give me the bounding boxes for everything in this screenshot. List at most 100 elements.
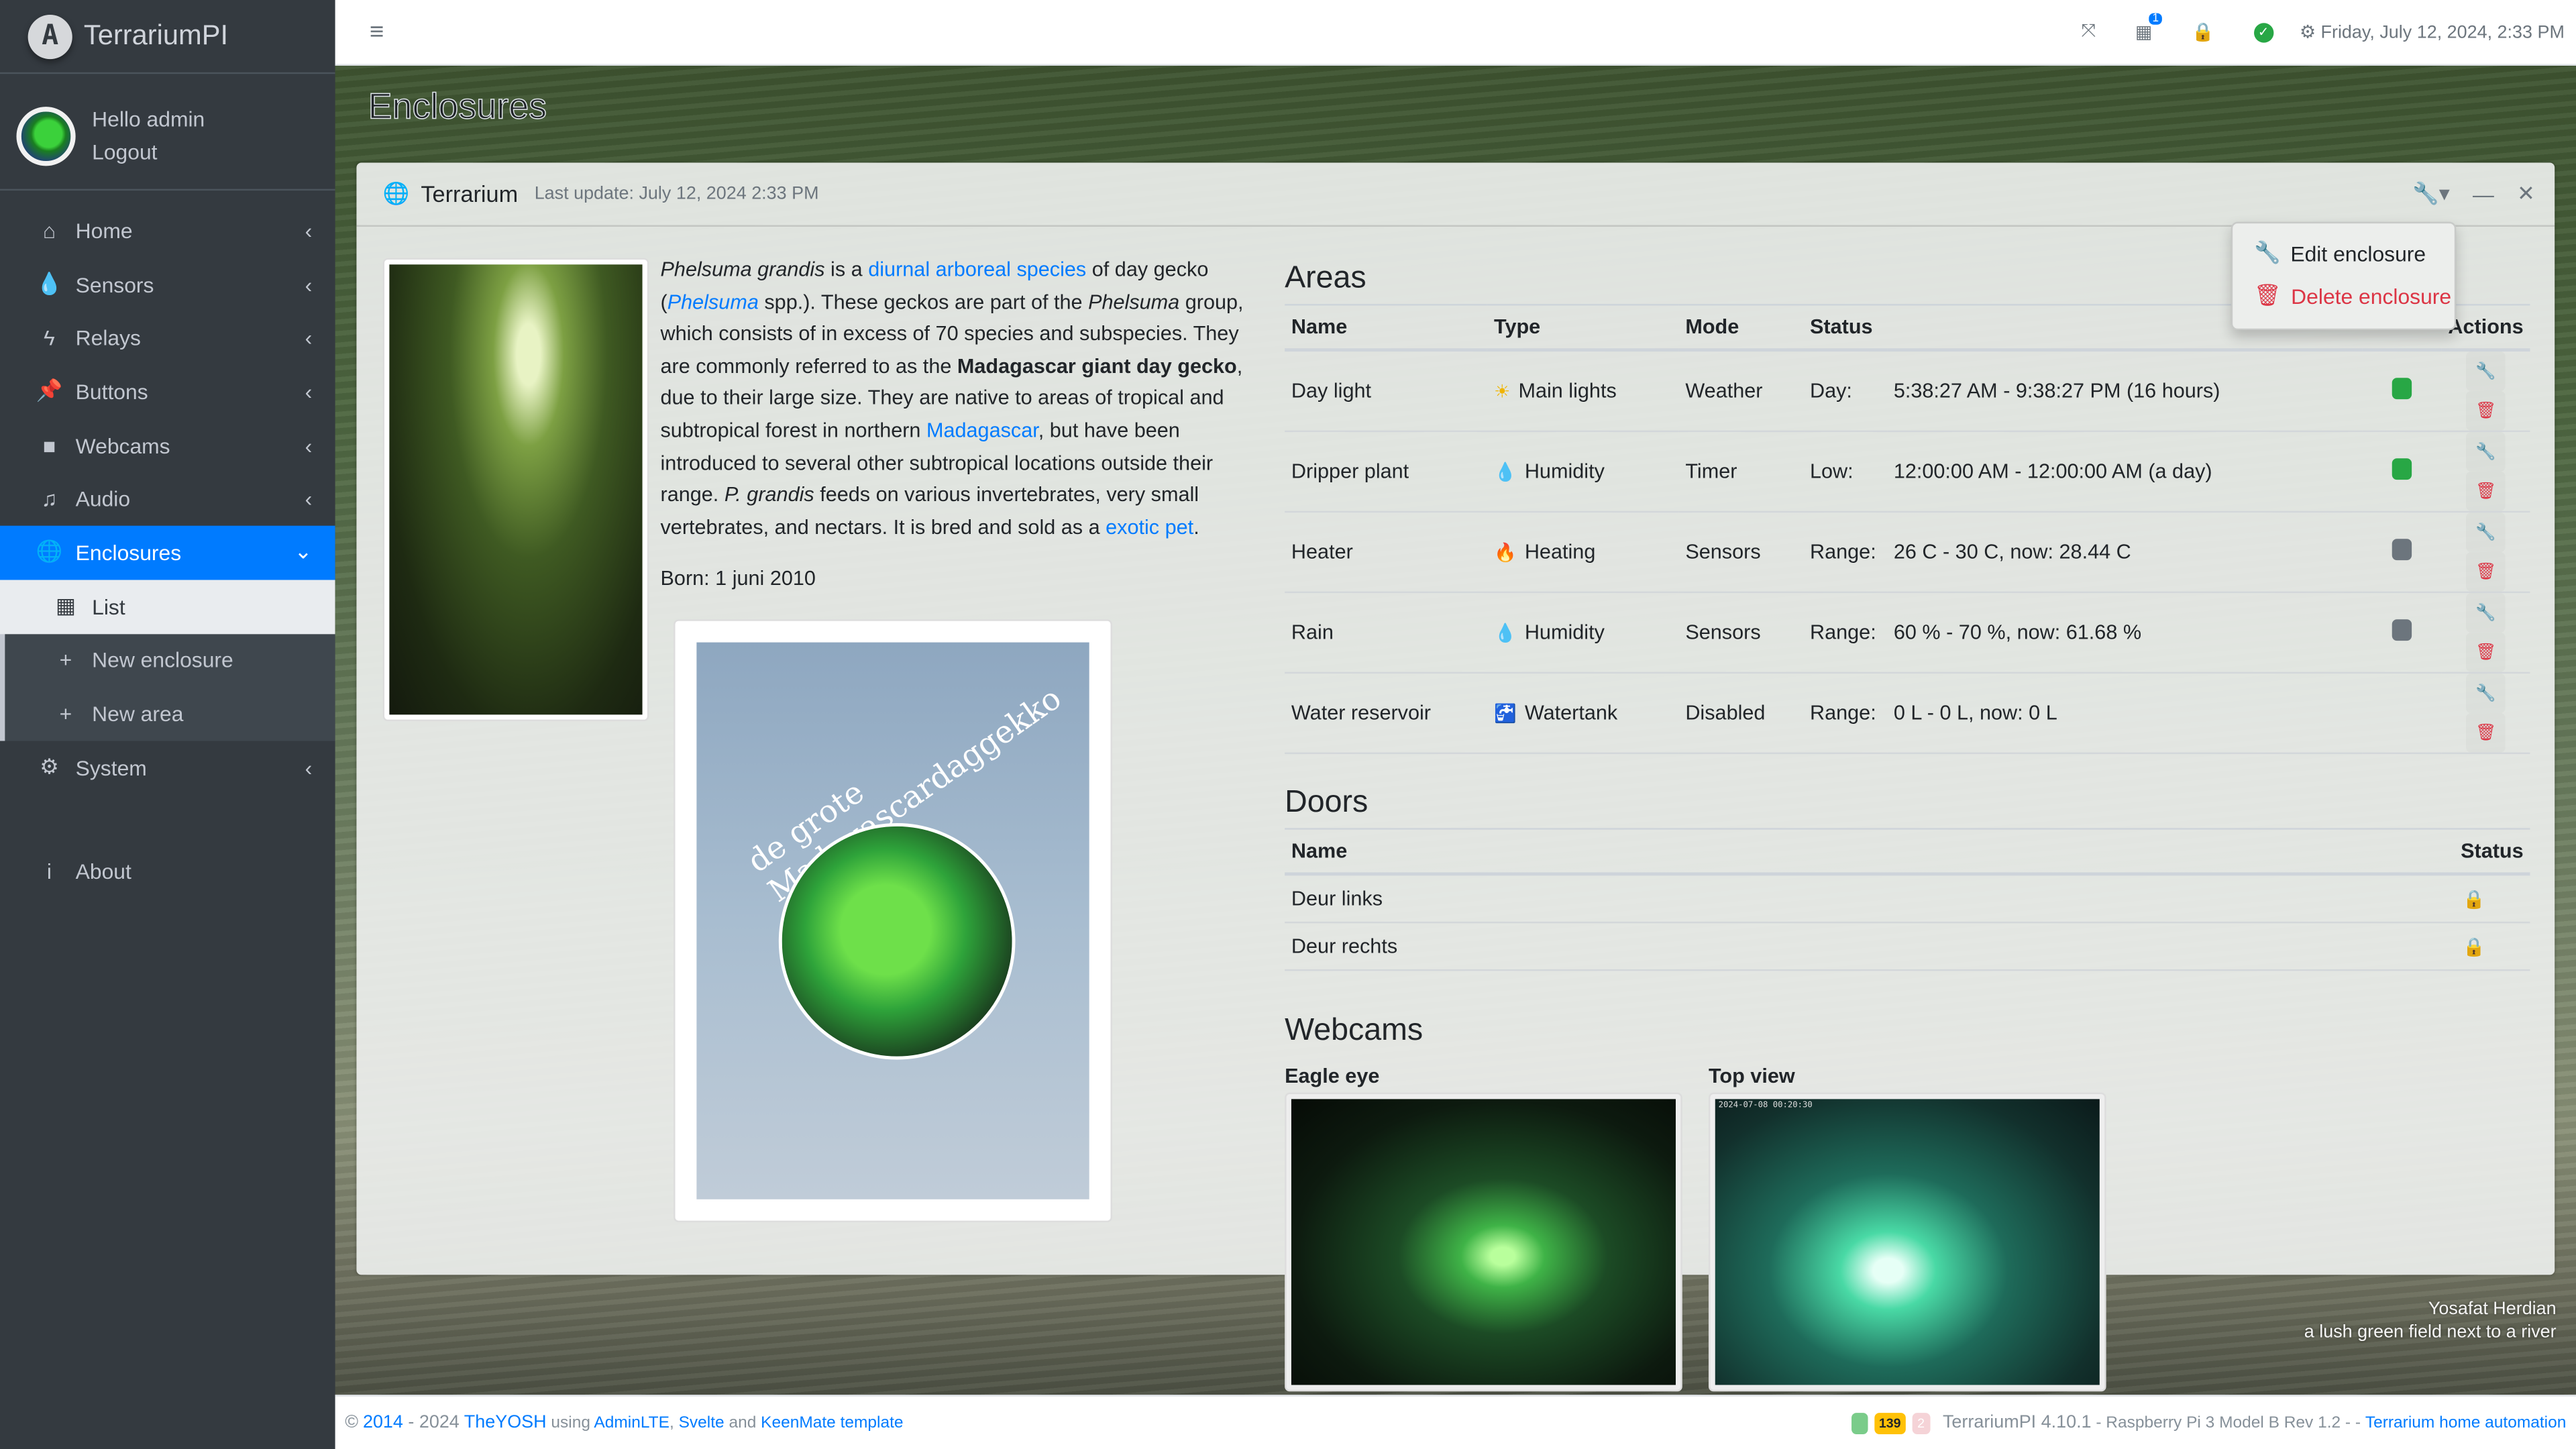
edit-area-button[interactable]: 🔧 xyxy=(2466,593,2506,633)
area-state-indicator xyxy=(2392,619,2412,641)
edit-area-button[interactable]: 🔧 xyxy=(2466,432,2506,472)
edit-area-button[interactable]: 🔧 xyxy=(2466,674,2506,713)
lock-icon[interactable]: 🔒 xyxy=(2192,21,2214,42)
delete-area-button[interactable]: 🗑 xyxy=(2466,713,2506,753)
area-state-indicator xyxy=(2392,458,2412,480)
area-name: Water reservoir xyxy=(1285,672,1488,755)
webcam-image[interactable]: 2024-07-08 00:20:30 xyxy=(1715,1099,2100,1385)
link-phelsuma[interactable]: Phelsuma xyxy=(667,290,759,313)
menu-toggle-icon[interactable]: ≡ xyxy=(370,18,384,46)
area-name: Day light xyxy=(1285,350,1488,433)
webcam-eagle-eye[interactable]: Eagle eye xyxy=(1285,1060,1682,1392)
doors-table: Name Status Deur links 🔒 Deur rechts 🔒 xyxy=(1285,828,2530,971)
area-mode: Disabled xyxy=(1678,672,1804,755)
edit-enclosure-menu-item[interactable]: 🔧 Edit enclosure xyxy=(2233,231,2455,274)
info-icon: i xyxy=(46,859,52,885)
wrench-icon: 🔧 xyxy=(2254,239,2281,265)
wrench-dropdown-icon[interactable]: 🔧▾ xyxy=(2412,180,2450,207)
area-mode: Timer xyxy=(1678,431,1804,513)
sidebar-item-home[interactable]: ⌂ Home ‹ xyxy=(0,204,335,258)
delete-area-button[interactable]: 🗑 xyxy=(2466,391,2506,431)
footer-year-link[interactable]: 2014 xyxy=(363,1413,403,1432)
chevron-left-icon: ‹ xyxy=(305,272,313,297)
datetime: Friday, July 12, 2024, 2:33 PM xyxy=(2320,22,2565,42)
link-diurnal-arboreal-species[interactable]: diurnal arboreal species xyxy=(868,258,1086,280)
webcam-image[interactable] xyxy=(1291,1099,1676,1385)
avatar xyxy=(16,107,76,166)
minimize-icon[interactable]: — xyxy=(2473,182,2494,207)
error-count-badge[interactable]: 2 xyxy=(1912,1411,1930,1434)
sidebar-item-new-enclosure[interactable]: + New enclosure xyxy=(5,633,335,687)
enclosure-actions-dropdown: 🔧 Edit enclosure 🗑 Delete enclosure xyxy=(2231,221,2457,331)
enclosure-card: 🌐 Terrarium Last update: July 12, 2024 2… xyxy=(356,162,2555,1392)
table-row: Day light ☀ Main lights Weather Day: 5:38:27 … xyxy=(1285,350,2530,433)
area-type-icon: ☀ xyxy=(1494,382,1511,403)
door-name: Deur links xyxy=(1285,873,2418,924)
area-type-icon: 🔥 xyxy=(1494,543,1517,564)
table-row: Heater 🔥 Heating Sensors Range: 26 C - 30 C, … xyxy=(1285,511,2530,594)
edit-area-button[interactable]: 🔧 xyxy=(2466,352,2506,391)
keenmate-link[interactable]: KeenMate template xyxy=(761,1415,903,1433)
video-camera-icon: ■ xyxy=(42,433,56,458)
area-name: Dripper plant xyxy=(1285,431,1488,513)
logout-link[interactable]: Logout xyxy=(92,136,205,169)
tagline-link[interactable]: Terrarium home automation xyxy=(2365,1413,2566,1432)
sidebar-item-new-area[interactable]: + New area xyxy=(5,687,335,741)
warning-count-badge[interactable]: 139 xyxy=(1874,1411,1906,1434)
adminlte-link[interactable]: AdminLTE xyxy=(594,1415,669,1433)
footer-author-link[interactable]: TheYOSH xyxy=(464,1413,547,1432)
sidebar-item-enclosures[interactable]: 🌐 Enclosures ⌄ xyxy=(0,525,335,580)
content-area: Enclosures 🌐 Terrarium Last update: July… xyxy=(335,65,2576,1397)
gecko-photo xyxy=(778,822,1016,1060)
area-status-label: Range: xyxy=(1803,592,1888,674)
brand-link[interactable]: A TerrariumPI xyxy=(0,0,335,74)
chevron-left-icon: ‹ xyxy=(305,433,313,458)
area-mode: Sensors xyxy=(1678,592,1804,674)
brand-name: TerrariumPI xyxy=(83,19,229,51)
area-state-indicator xyxy=(2392,378,2412,400)
sidebar-item-list[interactable]: ▦ List xyxy=(0,580,335,634)
delete-area-button[interactable]: 🗑 xyxy=(2466,552,2506,592)
sidebar-item-about[interactable]: i About xyxy=(0,845,335,899)
webcam-top-view[interactable]: Top view 2024-07-08 00:20:30 xyxy=(1708,1060,2106,1392)
area-type: 💧 Humidity xyxy=(1487,592,1679,674)
enclosure-photo[interactable] xyxy=(382,258,649,722)
globe-icon: 🌐 xyxy=(36,539,63,565)
area-type: 💧 Humidity xyxy=(1487,431,1679,513)
delete-enclosure-menu-item[interactable]: 🗑 Delete enclosure xyxy=(2233,274,2455,317)
chevron-down-icon: ⌄ xyxy=(294,539,313,565)
area-type-icon: 💧 xyxy=(1494,463,1517,484)
plus-icon: + xyxy=(59,701,72,727)
sidebar-item-system[interactable]: ⚙ System ‹ xyxy=(0,741,335,794)
card-header: 🌐 Terrarium Last update: July 12, 2024 2… xyxy=(356,162,2555,227)
doors-heading: Doors xyxy=(1285,785,1368,820)
sidebar: A TerrariumPI Hello admin Logout ⌂ Home ‹ … xyxy=(0,0,335,1449)
link-exotic-pet[interactable]: exotic pet xyxy=(1106,515,1193,538)
bolt-icon: ϟ xyxy=(44,325,55,351)
area-mode: Weather xyxy=(1678,350,1804,433)
calendar-badge: 1 xyxy=(2149,13,2162,25)
online-status-badge xyxy=(1851,1411,1868,1434)
calendar-icon[interactable]: ▦ 1 xyxy=(2135,13,2162,43)
enclosure-description: Phelsuma grandis is a diurnal arboreal s… xyxy=(660,258,1244,539)
sidebar-item-audio[interactable]: ♫ Audio ‹ xyxy=(0,472,335,526)
delete-area-button[interactable]: 🗑 xyxy=(2466,472,2506,511)
sidebar-item-relays[interactable]: ϟ Relays ‹ xyxy=(0,311,335,365)
delete-area-button[interactable]: 🗑 xyxy=(2466,633,2506,672)
area-type: 🔥 Heating xyxy=(1487,511,1679,594)
close-icon[interactable]: ✕ xyxy=(2517,180,2535,207)
gecko-poster-image[interactable]: de grote Madagascardaggekko xyxy=(674,619,1112,1223)
settings-gear-icon[interactable]: ⚙ xyxy=(2300,21,2316,42)
sidebar-item-sensors[interactable]: 💧 Sensors ‹ xyxy=(0,258,335,311)
status-check-icon[interactable]: ✓ xyxy=(2253,22,2273,42)
area-status-value: 5:38:27 AM - 9:38:27 PM (16 hours) xyxy=(1887,350,2363,433)
wrench-icon: 🔧 xyxy=(2475,443,2496,461)
link-madagascar[interactable]: Madagascar xyxy=(926,419,1038,441)
sidebar-item-buttons[interactable]: 📌 Buttons ‹ xyxy=(0,365,335,419)
area-status-label: Day: xyxy=(1803,350,1888,433)
fullscreen-icon[interactable]: ⤧ xyxy=(2081,21,2096,43)
edit-area-button[interactable]: 🔧 xyxy=(2466,513,2506,552)
sidebar-item-webcams[interactable]: ■ Webcams ‹ xyxy=(0,419,335,472)
svelte-link[interactable]: Svelte xyxy=(679,1415,724,1433)
version: TerrariumPI 4.10.1 xyxy=(1942,1413,2092,1433)
